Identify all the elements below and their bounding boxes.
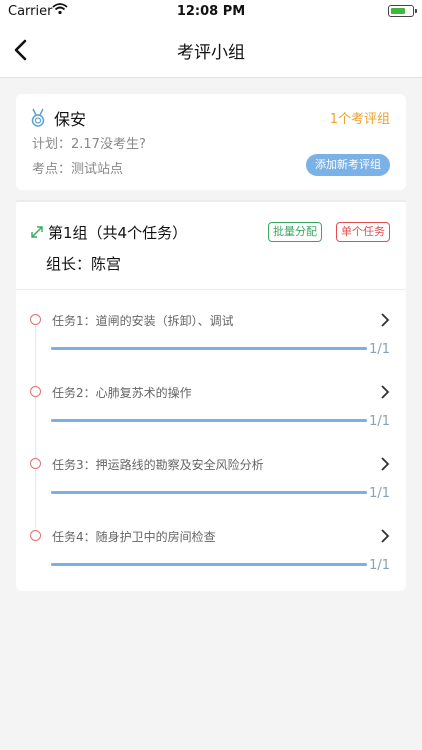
task-label: 任务4：随身护卫中的房间检查 — [52, 530, 216, 544]
task-progress-bar — [51, 419, 367, 422]
task-progress-bar — [51, 491, 367, 494]
task-progress-bar — [51, 563, 367, 566]
task-label: 任务3：押运路线的勘察及安全风险分析 — [52, 458, 264, 472]
group-count-label: 1个考评组 — [329, 112, 390, 127]
expand-arrows-icon[interactable] — [30, 224, 44, 238]
task-progress-text: 1/1 — [369, 342, 390, 357]
group-title: 第1组（共4个任务） — [48, 224, 188, 242]
plan-text: 计划：2.17没考生? — [32, 137, 146, 152]
task-label: 任务2：心肺复苏术的操作 — [52, 386, 192, 400]
chevron-right-icon[interactable] — [380, 384, 390, 399]
task-item[interactable]: 任务2：心肺复苏术的操作 1/1 — [16, 378, 406, 442]
chevron-right-icon[interactable] — [380, 312, 390, 327]
timeline-dot — [30, 458, 41, 469]
medal-icon — [30, 108, 46, 128]
exam-name: 保安 — [54, 110, 87, 129]
batch-assign-button[interactable]: 批量分配 — [268, 222, 322, 242]
task-progress-text: 1/1 — [369, 414, 390, 429]
timeline-dot — [30, 314, 41, 325]
task-item[interactable]: 任务1：道闸的安装（拆卸）、调试 1/1 — [16, 306, 406, 370]
task-progress-text: 1/1 — [369, 486, 390, 501]
timeline-dot — [30, 386, 41, 397]
task-progress-bar — [51, 347, 367, 350]
task-item[interactable]: 任务4：随身护卫中的房间检查 1/1 — [16, 522, 406, 586]
task-item[interactable]: 任务3：押运路线的勘察及安全风险分析 1/1 — [16, 450, 406, 514]
single-task-button[interactable]: 单个任务 — [336, 222, 390, 242]
battery-icon — [388, 5, 417, 17]
page-title: 考评小组 — [177, 43, 245, 63]
divider — [16, 289, 406, 290]
clock: 12:08 PM — [176, 4, 246, 19]
group-leader: 组长：陈宫 — [46, 255, 122, 273]
group-card: 第1组（共4个任务） 批量分配 单个任务 组长：陈宫 任务1：道闸的安装（拆卸）… — [16, 200, 406, 591]
task-progress-text: 1/1 — [369, 558, 390, 573]
timeline-dot — [30, 530, 41, 541]
exam-info-card: 保安 1个考评组 计划：2.17没考生? 考点：测试站点 添加新考评组 — [16, 94, 406, 190]
add-group-button[interactable]: 添加新考评组 — [306, 154, 390, 176]
site-text: 考点：测试站点 — [32, 162, 124, 177]
navigation-bar: 考评小组 — [0, 22, 422, 78]
divider — [16, 200, 406, 202]
status-bar: Carrier 12:08 PM — [0, 0, 422, 22]
chevron-right-icon[interactable] — [380, 456, 390, 471]
task-label: 任务1：道闸的安装（拆卸）、调试 — [52, 314, 234, 328]
chevron-right-icon[interactable] — [380, 528, 390, 543]
